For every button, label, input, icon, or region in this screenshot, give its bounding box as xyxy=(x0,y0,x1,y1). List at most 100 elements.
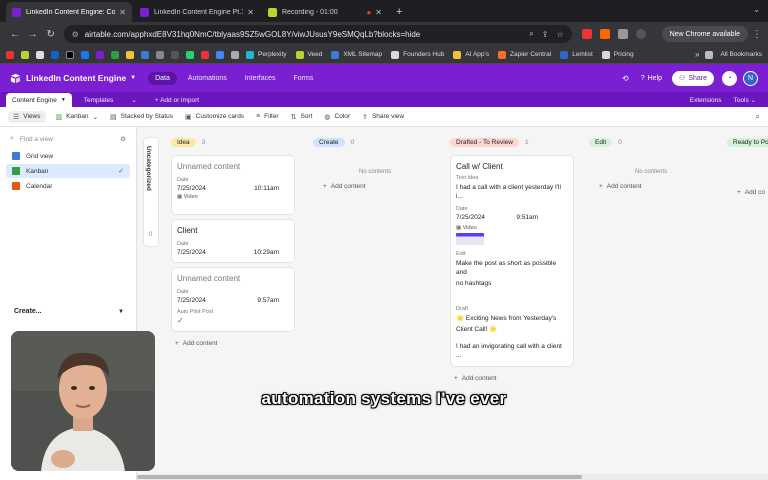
facebook-icon[interactable] xyxy=(81,50,89,59)
browser-tab-1[interactable]: LinkedIn Content Engine: Co ✕ xyxy=(6,2,132,22)
close-icon[interactable]: ✕ xyxy=(247,8,254,17)
whatsapp-icon[interactable] xyxy=(186,50,194,59)
bookmark-icon[interactable] xyxy=(21,50,29,59)
more-bookmarks-icon[interactable]: » xyxy=(695,50,699,59)
bookmark-icon[interactable] xyxy=(126,50,134,59)
url-bar[interactable]: ⚙ airtable.com/apphxdE8V31hq0NmC/tblyaas… xyxy=(63,25,572,43)
bookmark-icon[interactable] xyxy=(6,50,14,59)
add-content-button[interactable]: + Add content xyxy=(454,375,574,382)
share-icon[interactable]: ⇪ xyxy=(542,30,549,39)
bookmark-pricing[interactable]: Pricing xyxy=(601,50,634,59)
search-icon[interactable]: ⌕ xyxy=(529,29,533,39)
bookmark-icon[interactable] xyxy=(141,50,149,59)
base-name[interactable]: LinkedIn Content Engine xyxy=(26,73,126,83)
view-switcher[interactable]: ▥ Kanban ⌄ xyxy=(56,113,99,121)
close-icon[interactable]: ✕ xyxy=(375,8,382,17)
filter-button[interactable]: ≡ Filter xyxy=(256,113,279,120)
bookmark-perplexity[interactable]: Perplexity xyxy=(246,50,287,59)
avatar[interactable]: N xyxy=(743,70,758,86)
record-card[interactable]: Unnamed content Date 7/25/2024 9:57am Aut… xyxy=(171,267,295,332)
help-button[interactable]: ? Help xyxy=(641,75,662,82)
extensions-button[interactable]: Extensions xyxy=(690,97,722,104)
video-thumbnail[interactable] xyxy=(456,233,484,245)
tab-forms[interactable]: Forms xyxy=(287,72,321,85)
record-card[interactable]: Unnamed content Date 7/25/2024 10:11am ▦ … xyxy=(171,155,295,215)
browser-tab-2[interactable]: LinkedIn Content Engine Pt.1 ✕ xyxy=(134,2,260,22)
find-view-input[interactable]: ⌕ Find a view ⚙ xyxy=(10,135,126,143)
profile-icon[interactable] xyxy=(635,29,646,39)
browser-tab-3[interactable]: Recording - 01:00 ● ✕ xyxy=(262,2,388,22)
tab-interfaces[interactable]: Interfaces xyxy=(238,72,283,85)
site-info-icon[interactable]: ⚙ xyxy=(72,30,79,39)
back-icon[interactable]: ← xyxy=(6,29,24,40)
add-content-button[interactable]: + Add content xyxy=(175,340,295,347)
airtable-logo-icon[interactable] xyxy=(10,73,21,84)
reload-icon[interactable]: ↻ xyxy=(42,29,60,40)
bookmark-icon[interactable] xyxy=(36,50,44,59)
bookmark-icon[interactable] xyxy=(201,50,209,59)
tools-button[interactable]: Tools ⌄ xyxy=(734,96,756,104)
bookmark-icon[interactable] xyxy=(231,50,239,59)
forward-icon[interactable]: → xyxy=(24,29,42,40)
tab-search-icon[interactable]: ⌄ xyxy=(753,5,760,14)
bookmark-lemlist[interactable]: Lemlist xyxy=(560,50,593,59)
add-content-button[interactable]: + Add co xyxy=(737,189,768,196)
bookmark-xml-sitemap[interactable]: XML Sitemap xyxy=(331,50,382,59)
color-button[interactable]: ◍ Color xyxy=(324,113,350,121)
x-icon[interactable] xyxy=(66,50,74,59)
bookmark-icon[interactable] xyxy=(171,50,179,59)
all-bookmarks[interactable]: All Bookmarks xyxy=(705,50,762,59)
bell-icon[interactable]: ◔ xyxy=(722,70,737,86)
sidebar-item-kanban[interactable]: Kanban ✓ xyxy=(6,164,130,178)
add-import-button[interactable]: + Add or import xyxy=(149,93,205,107)
tab-automations[interactable]: Automations xyxy=(181,72,234,85)
sort-button[interactable]: ⇅ Sort xyxy=(291,113,313,121)
bookmark-ai-apps[interactable]: AI App's xyxy=(453,50,489,59)
chrome-update-button[interactable]: New Chrome available xyxy=(661,26,749,42)
tables-dropdown-icon[interactable]: ⌄ xyxy=(125,93,142,107)
share-button[interactable]: ⚇ Share xyxy=(672,70,714,86)
status-badge[interactable]: Create xyxy=(313,137,345,147)
more-menu-icon[interactable]: ⋮ xyxy=(752,29,762,40)
uncategorized-stack[interactable]: Uncategorized 0 xyxy=(143,137,159,247)
status-badge[interactable]: Edit xyxy=(589,137,613,147)
customize-cards-button[interactable]: ▣ Customize cards xyxy=(185,113,244,121)
extension-icon[interactable] xyxy=(599,29,610,39)
sidebar-item-grid-view[interactable]: Grid view xyxy=(6,149,130,163)
sidebar-item-calendar[interactable]: Calendar xyxy=(6,179,130,193)
create-view-section[interactable]: Create... ▼ xyxy=(14,308,124,315)
linkedin-icon[interactable] xyxy=(51,50,59,59)
history-icon[interactable]: ⟲ xyxy=(622,74,629,83)
google-icon[interactable] xyxy=(216,50,224,59)
add-content-button[interactable]: + Add content xyxy=(599,183,713,190)
table-tab-content-engine[interactable]: Content Engine ▼ xyxy=(6,93,72,107)
status-badge[interactable]: Ready to Po xyxy=(727,137,768,147)
status-badge[interactable]: Drafted - To Review xyxy=(450,137,519,147)
table-tab-templates[interactable]: Templates xyxy=(78,93,120,107)
field-label: Draft xyxy=(456,306,468,312)
star-icon[interactable]: ☆ xyxy=(556,30,563,39)
bookmark-founders-hub[interactable]: Founders Hub xyxy=(391,50,444,59)
new-tab-icon[interactable]: + xyxy=(396,6,402,18)
views-toggle-button[interactable]: ☰ Views xyxy=(8,110,46,123)
bookmark-veed[interactable]: Veed xyxy=(295,50,322,59)
extension-icon[interactable] xyxy=(581,29,592,39)
board-horizontal-scrollbar[interactable] xyxy=(137,474,768,480)
gear-icon[interactable]: ⚙ xyxy=(120,135,126,143)
puzzle-icon[interactable] xyxy=(617,29,628,39)
close-icon[interactable]: ✕ xyxy=(119,8,126,17)
bookmark-zapier-central[interactable]: Zapier Central xyxy=(498,50,551,59)
bookmark-icon[interactable] xyxy=(96,50,104,59)
share-view-button[interactable]: ⇪ Share view xyxy=(362,113,404,121)
tab-data[interactable]: Data xyxy=(148,71,177,85)
record-card[interactable]: Call w/ Client Text Idea I had a call wi… xyxy=(450,155,574,367)
chevron-down-icon[interactable]: ▼ xyxy=(130,75,136,81)
scrollbar-thumb[interactable] xyxy=(137,475,582,479)
stacked-by-button[interactable]: ▤ Stacked by Status xyxy=(110,113,173,121)
bookmark-icon[interactable] xyxy=(156,50,164,59)
record-card[interactable]: Client Date 7/25/2024 10:29am xyxy=(171,219,295,263)
add-content-button[interactable]: + Add content xyxy=(323,183,437,190)
bookmark-icon[interactable] xyxy=(111,50,119,59)
status-badge[interactable]: Idea xyxy=(171,137,196,147)
search-icon[interactable]: ⌕ xyxy=(756,112,760,122)
